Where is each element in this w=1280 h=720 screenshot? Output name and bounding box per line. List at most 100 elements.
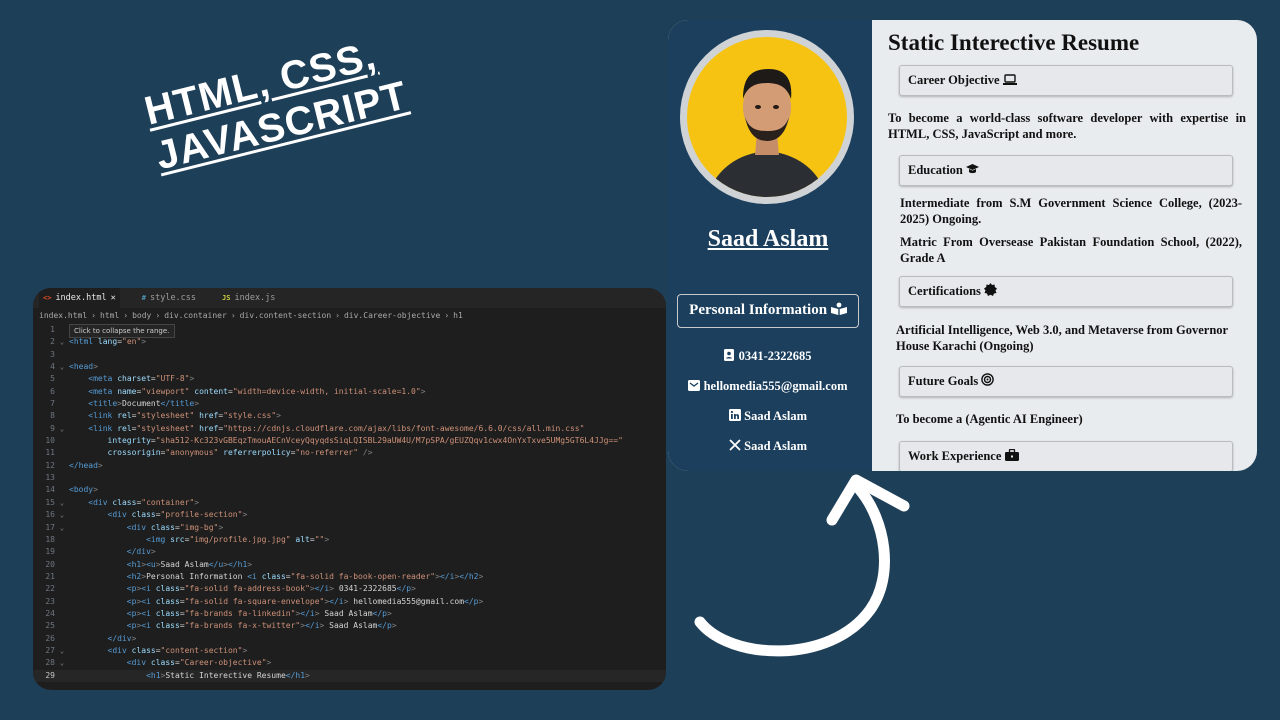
line-number: 28 [45,658,55,668]
work-experience-box: Work Experience [899,441,1233,471]
breadcrumb-item[interactable]: h1 [453,311,463,320]
laptop-icon [1002,73,1017,87]
code-line[interactable]: 20 <h1><u>Saad Aslam</u></h1> [33,559,666,571]
code-line[interactable]: 5 <meta charset="UTF-8"> [33,373,666,385]
gutter [55,472,69,484]
code-text: </div> [107,633,137,643]
tab-index-html[interactable]: <> index.html ✕ [39,288,120,308]
close-icon[interactable]: ✕ [111,293,116,303]
code-line[interactable]: 7 <title>Document</title> [33,398,666,410]
line-number: 8 [50,411,55,421]
code-text: <h1>Static Interective Resume</h1> [146,670,310,680]
code-line[interactable]: 24 <p><i class="fa-brands fa-linkedin"><… [33,608,666,620]
line-number: 20 [45,559,55,569]
code-line[interactable]: 28 ⌄ <div class="Career-objective"> [33,657,666,669]
code-area[interactable]: 1<!DOCTYPE html>2⌄<html lang="en">34⌄<he… [33,322,666,682]
code-line[interactable]: 11 crossorigin="anonymous" referrerpolic… [33,447,666,459]
fold-chevron-icon[interactable]: ⌄ [55,645,69,657]
editor-tabs: <> index.html ✕ # style.css JS index.js [33,288,666,308]
code-line[interactable]: 19 </div> [33,546,666,558]
section-label: Education [908,163,963,177]
line-number: 5 [50,374,55,384]
fold-chevron-icon[interactable]: ⌄ [55,361,69,373]
css-file-icon: # [141,294,146,302]
bullseye-icon [981,373,995,388]
code-line[interactable]: 13 [33,472,666,484]
book-open-reader-icon [830,302,847,318]
breadcrumb: index.html › html › body › div.container › div.c… [33,308,666,322]
fold-chevron-icon[interactable]: ⌄ [55,522,69,534]
code-line[interactable]: 6 <meta name="viewport" content="width=d… [33,386,666,398]
line-number: 14 [45,485,55,495]
breadcrumb-item[interactable]: index.html [39,311,87,320]
fold-chevron-icon[interactable]: ⌄ [55,657,69,669]
code-text: <title>Document</title> [88,399,200,409]
code-line[interactable]: 23 <p><i class="fa-solid fa-square-envel… [33,596,666,608]
gutter [55,373,69,385]
code-line[interactable]: 2 ⌄ <html lang="en"> [33,336,666,348]
code-line[interactable]: 4 ⌄ <head> [33,361,666,373]
content-section: Static Interective Resume Career Objecti… [872,20,1257,471]
breadcrumb-item[interactable]: div.Career-objective [344,311,440,320]
gutter [55,386,69,398]
code-text: <h1><u>Saad Aslam</u></h1> [126,559,253,569]
code-line[interactable]: 21 <h2>Personal Information <i class="fa… [33,571,666,583]
education-line-1: Intermediate from S.M Government Science… [900,196,1242,226]
chevron-right-icon: › [91,310,96,320]
profile-section: Saad Aslam Personal Information 0341-232… [668,20,872,471]
line-number: 29 [45,670,55,680]
breadcrumb-item[interactable]: div.content-section [240,311,332,320]
line-number: 16 [45,510,55,520]
line-number: 10 [45,436,55,446]
html-file-icon: <> [43,294,52,302]
breadcrumb-item[interactable]: div.container [164,311,227,320]
avatar [680,30,854,204]
code-line[interactable]: 14 <body> [33,484,666,496]
tab-style-css[interactable]: # style.css [138,288,200,308]
contact-phone: 0341-2322685 [668,349,868,364]
code-line[interactable]: 27 ⌄ <div class="content-section"> [33,645,666,657]
code-line[interactable]: 12 </head> [33,460,666,472]
line-number: 19 [45,547,55,557]
code-line[interactable]: 16 ⌄ <div class="profile-section"> [33,509,666,521]
gutter [55,620,69,632]
section-label: Career Objective [908,73,1000,87]
linkedin-icon [729,409,741,423]
gutter [55,608,69,620]
tab-label: style.css [149,293,197,303]
line-number: 4 [50,362,55,372]
contact-linkedin: Saad Aslam [668,409,868,424]
fold-chevron-icon[interactable]: ⌄ [55,497,69,509]
gutter [55,633,69,645]
gutter [55,460,69,472]
code-line[interactable]: 15 ⌄ <div class="container"> [33,497,666,509]
code-line[interactable]: 17 ⌄ <div class="img-bg"> [33,522,666,534]
code-line[interactable]: 18 <img src="img/profile.jpg.jpg" alt=""… [33,534,666,546]
code-line[interactable]: 25 <p><i class="fa-brands fa-x-twitter">… [33,620,666,632]
breadcrumb-item[interactable]: html [100,311,119,320]
fold-chevron-icon[interactable]: ⌄ [55,423,69,435]
tab-index-js[interactable]: JS index.js [218,288,279,308]
fold-chevron-icon[interactable]: ⌄ [55,509,69,521]
code-text: <div class="container"> [88,497,200,507]
code-line[interactable]: 29 <h1>Static Interective Resume</h1> [33,669,666,682]
fold-chevron-icon[interactable]: ⌄ [55,336,69,348]
js-file-icon: JS [222,294,231,302]
code-line[interactable]: 10 integrity="sha512-Kc323vGBEqzTmouAECn… [33,435,666,447]
code-line[interactable]: 26 </div> [33,633,666,645]
section-label: Future Goals [908,374,979,388]
gutter [55,398,69,410]
gutter [55,435,69,447]
code-line[interactable]: 22 <p><i class="fa-solid fa-address-book… [33,583,666,595]
contact-email-text: hellomedia555@gmail.com [703,379,848,393]
gutter [55,596,69,608]
code-line[interactable]: 9 ⌄ <link rel="stylesheet" href="https://… [33,423,666,435]
line-number: 24 [45,608,55,618]
career-objective-box: Career Objective [899,65,1233,96]
gutter [55,484,69,496]
line-number: 13 [45,473,55,483]
breadcrumb-item[interactable]: body [132,311,151,320]
line-number: 11 [45,448,55,458]
code-line[interactable]: 3 [33,349,666,361]
code-line[interactable]: 8 <link rel="stylesheet" href="style.css… [33,410,666,422]
